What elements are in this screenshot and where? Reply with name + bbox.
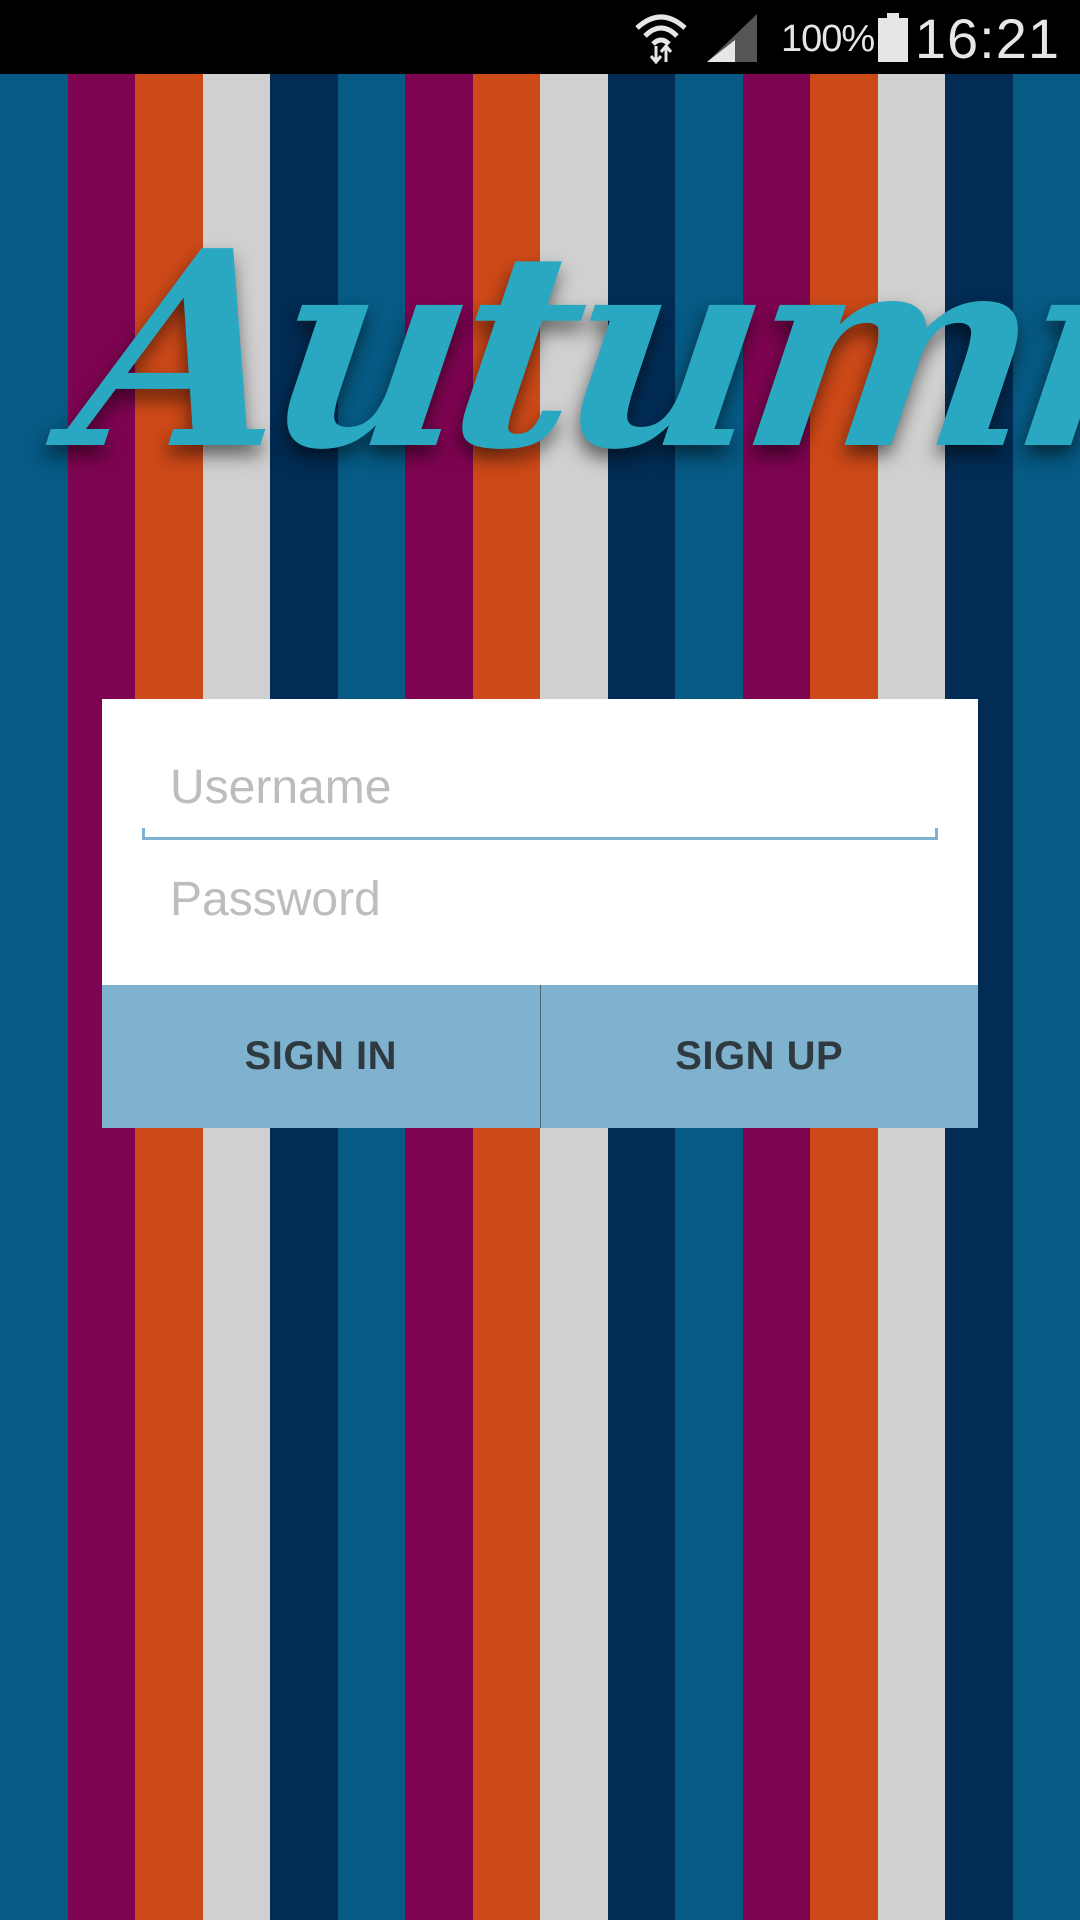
login-screen: 100% 16:21 Autumn SIGN IN SIGN UP	[0, 0, 1080, 1920]
button-bar: SIGN IN SIGN UP	[102, 985, 978, 1128]
app-logo: Autumn	[0, 191, 1080, 530]
battery-percent: 100%	[781, 18, 875, 60]
logo-text: Autumn	[57, 191, 1080, 509]
username-underline	[142, 828, 938, 840]
login-card: SIGN IN SIGN UP	[102, 699, 978, 1128]
clock: 16:21	[914, 7, 1060, 70]
sign-up-button[interactable]: SIGN UP	[541, 985, 979, 1128]
login-fields	[102, 699, 978, 985]
username-input[interactable]	[142, 747, 938, 827]
wifi-icon	[633, 8, 689, 69]
status-bar: 100% 16:21	[0, 0, 1080, 74]
battery-icon	[877, 13, 909, 68]
password-input[interactable]	[142, 859, 938, 939]
signal-icon	[705, 14, 759, 69]
sign-in-button[interactable]: SIGN IN	[102, 985, 541, 1128]
